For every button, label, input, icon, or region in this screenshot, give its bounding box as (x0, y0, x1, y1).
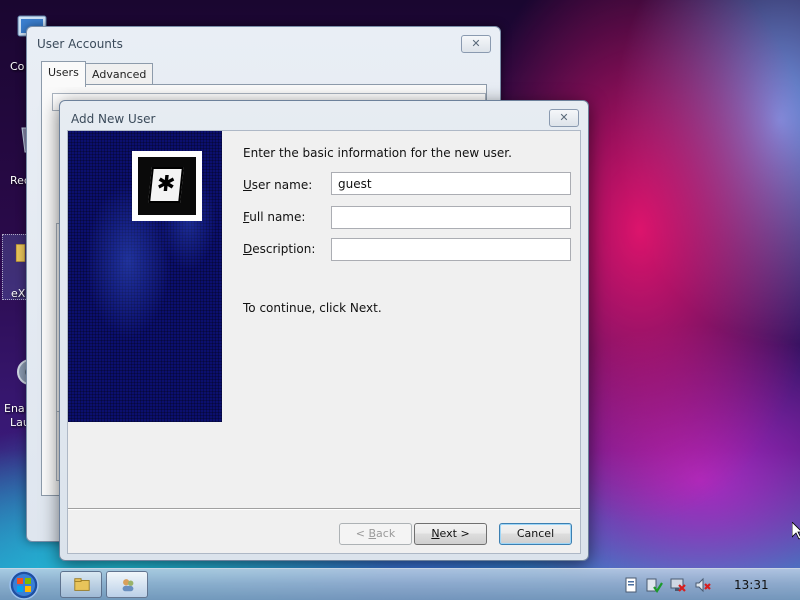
separator-line (68, 508, 580, 510)
key-icon: ✱ (132, 151, 202, 221)
explorer-taskbar-button[interactable] (60, 571, 102, 598)
cancel-button[interactable]: Cancel (499, 523, 572, 545)
next-button[interactable]: Next > (414, 523, 487, 545)
close-icon: ✕ (559, 111, 569, 124)
security-icon[interactable] (645, 576, 663, 594)
network-icon[interactable] (669, 576, 687, 594)
tab-advanced[interactable]: Advanced (85, 63, 154, 85)
tab-label: Users (48, 66, 79, 79)
description-input[interactable] (331, 238, 571, 261)
user-accounts-taskbar-button[interactable] (106, 571, 148, 598)
volume-muted-icon[interactable] (694, 576, 712, 594)
wizard-side-banner: ✱ (68, 131, 222, 422)
taskbar-clock[interactable]: 13:31 (734, 578, 769, 592)
dialog-title: Add New User (71, 112, 156, 126)
window-title: User Accounts (37, 37, 123, 51)
tab-users[interactable]: Users (41, 61, 86, 87)
intro-text: Enter the basic information for the new … (243, 146, 512, 160)
back-button[interactable]: < Back (339, 523, 412, 545)
continue-text: To continue, click Next. (243, 301, 382, 315)
users-icon (122, 579, 134, 592)
tab-label: Advanced (92, 68, 147, 81)
start-orb[interactable] (6, 570, 42, 600)
close-button[interactable]: ✕ (461, 35, 491, 53)
add-new-user-dialog[interactable]: Add New User ✕ ✱ Enter the basic informa… (59, 100, 589, 561)
close-button[interactable]: ✕ (549, 109, 579, 127)
full-name-label: Full name: (243, 210, 306, 224)
close-icon: ✕ (471, 37, 481, 50)
user-name-input[interactable] (331, 172, 571, 195)
dialog-client-area: ✱ Enter the basic information for the ne… (67, 130, 581, 554)
action-center-icon[interactable] (622, 576, 640, 594)
full-name-input[interactable] (331, 206, 571, 229)
description-label: Description: (243, 242, 316, 256)
user-name-label: User name: (243, 178, 313, 192)
desktop-icon-explorer[interactable]: eX (2, 234, 28, 300)
mouse-cursor-icon (792, 522, 800, 540)
folder-icon (74, 578, 90, 591)
